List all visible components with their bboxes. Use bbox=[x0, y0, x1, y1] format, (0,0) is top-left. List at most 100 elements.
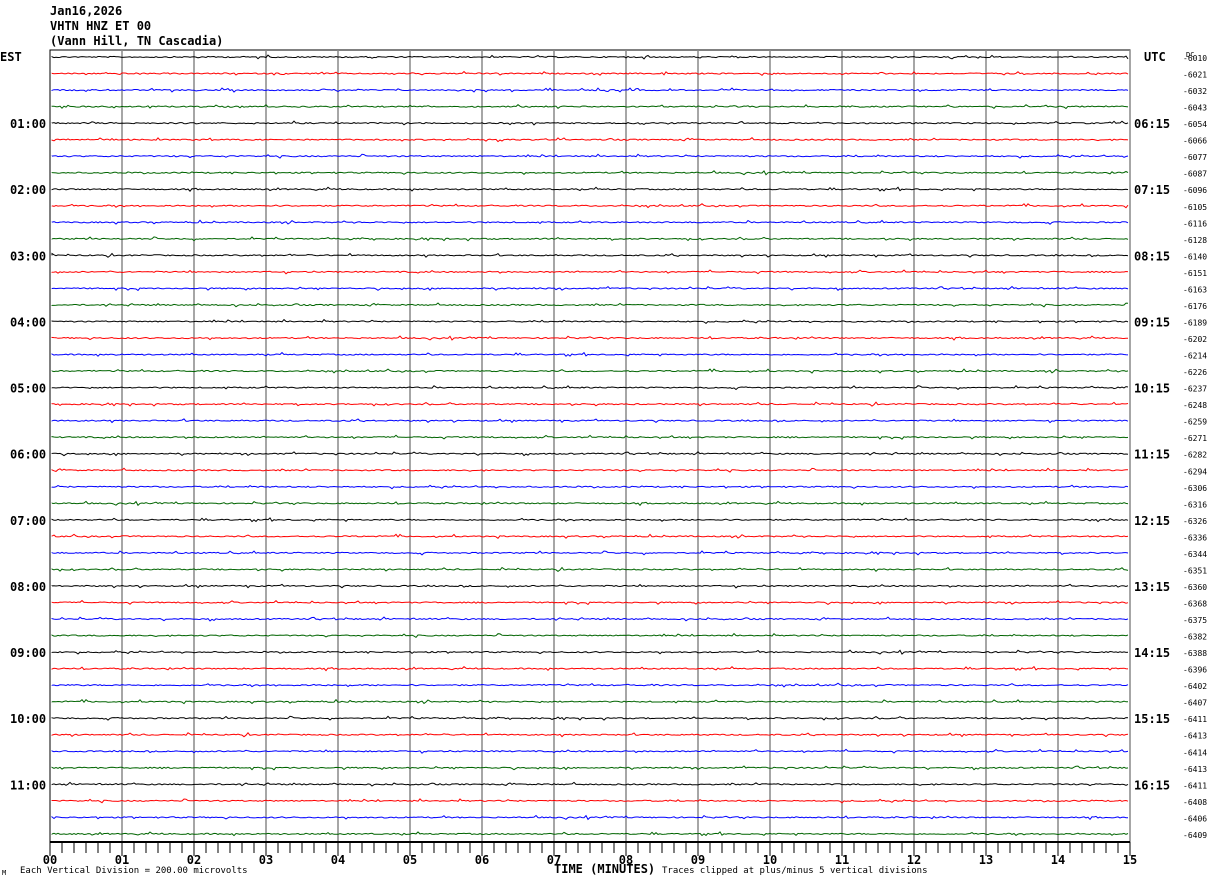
est-hour-label: 08:00 bbox=[10, 580, 46, 594]
dc-offset-label: -6294 bbox=[1183, 467, 1207, 476]
est-hour-label: 02:00 bbox=[10, 183, 46, 197]
dc-offset-label: -6105 bbox=[1183, 203, 1207, 212]
x-tick-label: 10 bbox=[763, 853, 777, 867]
utc-hour-label: 09:15 bbox=[1134, 315, 1170, 329]
seismic-trace bbox=[51, 616, 1129, 622]
utc-hour-label: 11:15 bbox=[1134, 448, 1170, 462]
dc-offset-label: -6259 bbox=[1183, 418, 1207, 427]
seismic-trace bbox=[51, 434, 1129, 440]
seismic-trace bbox=[51, 236, 1129, 242]
seismic-trace bbox=[51, 698, 1129, 705]
dc-offset-label: -6409 bbox=[1183, 831, 1207, 840]
dc-offset-label: -6368 bbox=[1183, 599, 1207, 608]
est-hour-label: 03:00 bbox=[10, 249, 46, 263]
seismic-trace bbox=[51, 302, 1129, 308]
seismic-trace bbox=[51, 467, 1129, 473]
est-hour-label: 01:00 bbox=[10, 117, 46, 131]
dc-offset-label: -6411 bbox=[1183, 715, 1207, 724]
dc-offset-label: -6271 bbox=[1183, 434, 1207, 443]
seismic-trace bbox=[51, 170, 1129, 176]
dc-offset-label: -6375 bbox=[1183, 616, 1207, 625]
est-hour-label: 11:00 bbox=[10, 778, 46, 792]
seismic-trace bbox=[51, 269, 1129, 275]
utc-hour-label: 13:15 bbox=[1134, 580, 1170, 594]
seismic-trace bbox=[51, 583, 1129, 589]
dc-offset-label: -6214 bbox=[1183, 352, 1207, 361]
x-tick-label: 15 bbox=[1123, 853, 1137, 867]
seismic-trace bbox=[51, 137, 1129, 143]
est-hour-label: 06:00 bbox=[10, 448, 46, 462]
plot-frame bbox=[49, 49, 1131, 843]
dc-offset-label: -6396 bbox=[1183, 666, 1207, 675]
seismic-trace bbox=[51, 765, 1129, 771]
x-tick-label: 12 bbox=[907, 853, 921, 867]
dc-offset-label: -6336 bbox=[1183, 533, 1207, 542]
seismic-trace bbox=[51, 401, 1129, 407]
dc-offset-label: -6413 bbox=[1183, 732, 1207, 741]
utc-hour-label: 16:15 bbox=[1134, 778, 1170, 792]
seismic-trace bbox=[51, 186, 1129, 192]
est-hour-label: 05:00 bbox=[10, 382, 46, 396]
seismic-trace bbox=[51, 384, 1129, 391]
seismic-trace bbox=[51, 798, 1129, 804]
dc-offset-label: -6066 bbox=[1183, 137, 1207, 146]
clip-note: Traces clipped at plus/minus 5 vertical … bbox=[662, 866, 928, 876]
seismic-trace bbox=[51, 517, 1129, 523]
seismic-trace bbox=[51, 335, 1128, 341]
seismic-trace bbox=[51, 484, 1129, 490]
seismic-trace bbox=[51, 831, 1129, 837]
est-hour-label: 04:00 bbox=[10, 315, 46, 329]
seismic-trace bbox=[51, 566, 1129, 573]
est-hour-label: 10:00 bbox=[10, 712, 46, 726]
est-hour-label: 07:00 bbox=[10, 514, 46, 528]
x-axis-label: TIME (MINUTES) bbox=[554, 862, 656, 876]
dc-offset-label: -6116 bbox=[1183, 219, 1207, 228]
dc-offset-label: -6360 bbox=[1183, 583, 1207, 592]
dc-offset-label: -6054 bbox=[1183, 120, 1207, 129]
x-tick-label: 02 bbox=[187, 853, 201, 867]
utc-hour-label: 14:15 bbox=[1134, 646, 1170, 660]
seismic-trace bbox=[51, 533, 1129, 539]
seismic-trace bbox=[51, 54, 1129, 60]
seismic-trace bbox=[51, 120, 1129, 126]
dc-offset-label: -6087 bbox=[1183, 170, 1207, 179]
seismic-trace bbox=[51, 665, 1129, 672]
x-tick-label: 11 bbox=[835, 853, 849, 867]
seismic-trace bbox=[51, 70, 1129, 76]
x-tick-label: 00 bbox=[43, 853, 57, 867]
utc-hour-label: 06:15 bbox=[1134, 117, 1170, 131]
dc-offset-label: -6163 bbox=[1183, 285, 1207, 294]
seismic-trace bbox=[51, 550, 1129, 556]
dc-offset-label: -6413 bbox=[1183, 765, 1207, 774]
x-tick-label: 04 bbox=[331, 853, 345, 867]
seismic-trace bbox=[51, 781, 1129, 787]
utc-hour-label: 12:15 bbox=[1134, 514, 1170, 528]
dc-offset-label: -6176 bbox=[1183, 302, 1207, 311]
seismic-trace bbox=[51, 649, 1129, 655]
seismic-trace bbox=[51, 285, 1129, 292]
dc-offset-label: -6226 bbox=[1183, 368, 1207, 377]
dc-offset-label: -6411 bbox=[1183, 781, 1207, 790]
dc-offset-label: -6407 bbox=[1183, 699, 1207, 708]
dc-offset-label: -6096 bbox=[1183, 186, 1207, 195]
seismic-trace bbox=[51, 87, 1129, 93]
left-timezone: EST bbox=[0, 50, 22, 64]
x-tick-label: 14 bbox=[1051, 853, 1065, 867]
utc-hour-label: 07:15 bbox=[1134, 183, 1170, 197]
utc-hour-label: 08:15 bbox=[1134, 249, 1170, 263]
dc-offset-label: -6408 bbox=[1183, 798, 1207, 807]
dc-offset-label: -6306 bbox=[1183, 484, 1207, 493]
seismic-trace bbox=[51, 203, 1129, 209]
x-tick-label: 06 bbox=[475, 853, 489, 867]
helicorder-plot: -6010-6021-6032-6043-6054-6066-6077-6087… bbox=[0, 49, 1207, 867]
seismic-trace bbox=[51, 632, 1129, 639]
x-tick-label: 09 bbox=[691, 853, 705, 867]
dc-offset-label: -6402 bbox=[1183, 682, 1207, 691]
seismic-trace bbox=[51, 368, 1129, 374]
utc-hour-label: 15:15 bbox=[1134, 712, 1170, 726]
seismic-trace bbox=[51, 418, 1129, 424]
seismic-trace bbox=[51, 104, 1129, 110]
seismic-trace bbox=[51, 715, 1129, 721]
dc-offset-label: -6202 bbox=[1183, 335, 1207, 344]
dc-offset-label: -6189 bbox=[1183, 318, 1207, 327]
